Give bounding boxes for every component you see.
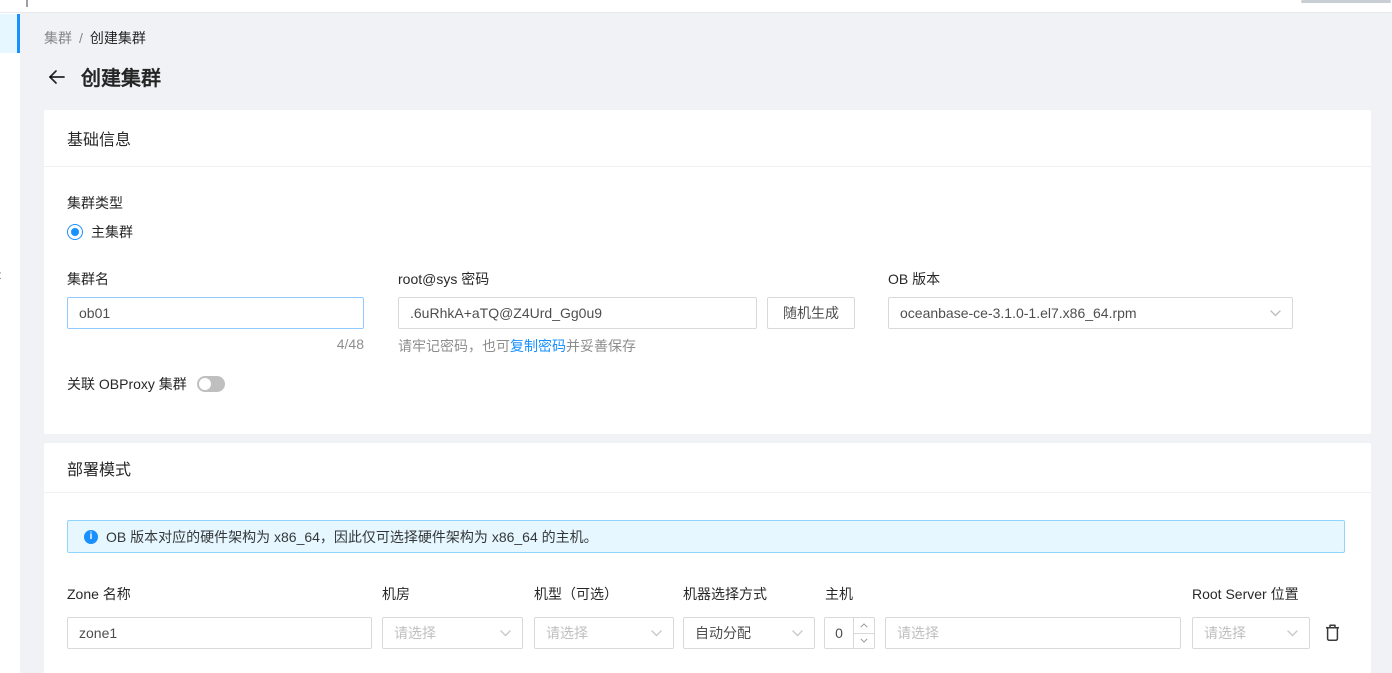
deploy-mode-section-title: 部署模式 (44, 443, 1371, 493)
info-icon: i (84, 529, 98, 544)
basic-info-card: 基础信息 集群类型 主集群 集群名 4/48 root@sys 密码 随机生成 … (44, 110, 1371, 434)
host-placeholder: 请选择 (897, 625, 939, 641)
cluster-type-radio-primary[interactable]: 主集群 (67, 222, 133, 242)
sidebar-active-item[interactable] (0, 14, 20, 53)
generate-password-button[interactable]: 随机生成 (767, 297, 855, 329)
breadcrumb-current: 创建集群 (89, 30, 146, 46)
rootserver-placeholder: 请选择 (1204, 625, 1246, 641)
obproxy-toggle[interactable] (196, 376, 225, 392)
stepper-controls (853, 618, 874, 648)
zone-name-input[interactable] (67, 617, 372, 649)
page-header: 创建集群 (46, 62, 161, 91)
host-label: 主机 (825, 586, 853, 602)
page-title: 创建集群 (81, 68, 161, 90)
host-select[interactable]: 请选择 (885, 617, 1181, 649)
radio-dot (71, 228, 79, 236)
breadcrumb-clusters-link[interactable]: 集群 (44, 30, 72, 46)
cluster-name-input[interactable] (67, 297, 364, 329)
sidebar-collapsed: ‹ (0, 13, 20, 673)
selection-mode-value: 自动分配 (695, 625, 751, 641)
breadcrumb: 集群 / 创建集群 (44, 28, 146, 48)
machine-type-select[interactable]: 请选择 (534, 617, 674, 649)
top-header-strip (0, 0, 1392, 13)
deploy-mode-card: 部署模式 i OB 版本对应的硬件架构为 x86_64，因此仅可选择硬件架构为 … (44, 443, 1371, 673)
host-count-stepper (824, 617, 875, 649)
trash-icon (1326, 624, 1339, 642)
obproxy-toggle-row: 关联 OBProxy 集群 (67, 374, 225, 394)
chevron-down-icon (1270, 309, 1281, 316)
selection-mode-select[interactable]: 自动分配 (683, 617, 815, 649)
rootserver-select[interactable]: 请选择 (1192, 617, 1310, 649)
chevron-down-icon (500, 629, 511, 636)
copy-password-link[interactable]: 复制密码 (510, 338, 566, 354)
chevron-down-icon (1287, 629, 1298, 636)
zone-name-label: Zone 名称 (67, 586, 131, 602)
toggle-knob (198, 378, 211, 390)
machine-type-label: 机型（可选） (534, 586, 618, 602)
basic-info-section-title: 基础信息 (44, 110, 1371, 167)
password-hint: 请牢记密码，也可复制密码并妥善保存 (398, 336, 636, 356)
chevron-up-icon (860, 622, 868, 628)
radio-icon (67, 224, 83, 240)
machine-type-placeholder: 请选择 (546, 625, 588, 641)
horizontal-scrollbar-thumb[interactable] (1301, 0, 1391, 3)
ob-version-select[interactable]: oceanbase-ce-3.1.0-1.el7.x86_64.rpm (888, 297, 1293, 329)
chevron-down-icon (860, 638, 868, 644)
ob-version-label: OB 版本 (888, 271, 941, 287)
rootserver-label: Root Server 位置 (1192, 586, 1299, 602)
sidebar-active-indicator (17, 14, 20, 53)
idc-select[interactable]: 请选择 (382, 617, 523, 649)
main-content: 集群 / 创建集群 创建集群 基础信息 集群类型 主集群 集群名 4/48 root… (20, 13, 1392, 673)
back-button[interactable] (46, 66, 68, 88)
cluster-type-label: 集群类型 (67, 195, 123, 211)
cluster-type-radio-label: 主集群 (91, 224, 133, 240)
obproxy-label: 关联 OBProxy 集群 (67, 376, 187, 392)
idc-placeholder: 请选择 (394, 625, 436, 641)
delete-zone-button[interactable] (1324, 623, 1342, 643)
ob-version-value: oceanbase-ce-3.1.0-1.el7.x86_64.rpm (900, 305, 1137, 321)
chevron-down-icon (792, 629, 803, 636)
password-label: root@sys 密码 (398, 271, 490, 287)
password-input[interactable] (398, 297, 757, 329)
vertical-scrollbar-thumb[interactable] (26, 0, 28, 7)
sidebar-collapse-icon[interactable]: ‹ (0, 265, 2, 285)
stepper-down-button[interactable] (854, 634, 874, 649)
password-hint-prefix: 请牢记密码，也可 (398, 338, 510, 354)
stepper-up-button[interactable] (854, 618, 874, 634)
password-hint-suffix: 并妥善保存 (566, 338, 636, 354)
cluster-name-counter: 4/48 (336, 336, 364, 352)
cluster-name-label: 集群名 (67, 271, 109, 287)
arch-info-alert: i OB 版本对应的硬件架构为 x86_64，因此仅可选择硬件架构为 x86_6… (67, 520, 1345, 553)
idc-label: 机房 (382, 586, 410, 602)
arrow-left-icon (49, 69, 65, 84)
breadcrumb-separator: / (79, 30, 83, 46)
arch-info-alert-text: OB 版本对应的硬件架构为 x86_64，因此仅可选择硬件架构为 x86_64 … (106, 528, 598, 545)
chevron-down-icon (651, 629, 662, 636)
host-count-input[interactable] (825, 618, 853, 648)
selection-mode-label: 机器选择方式 (683, 586, 767, 602)
